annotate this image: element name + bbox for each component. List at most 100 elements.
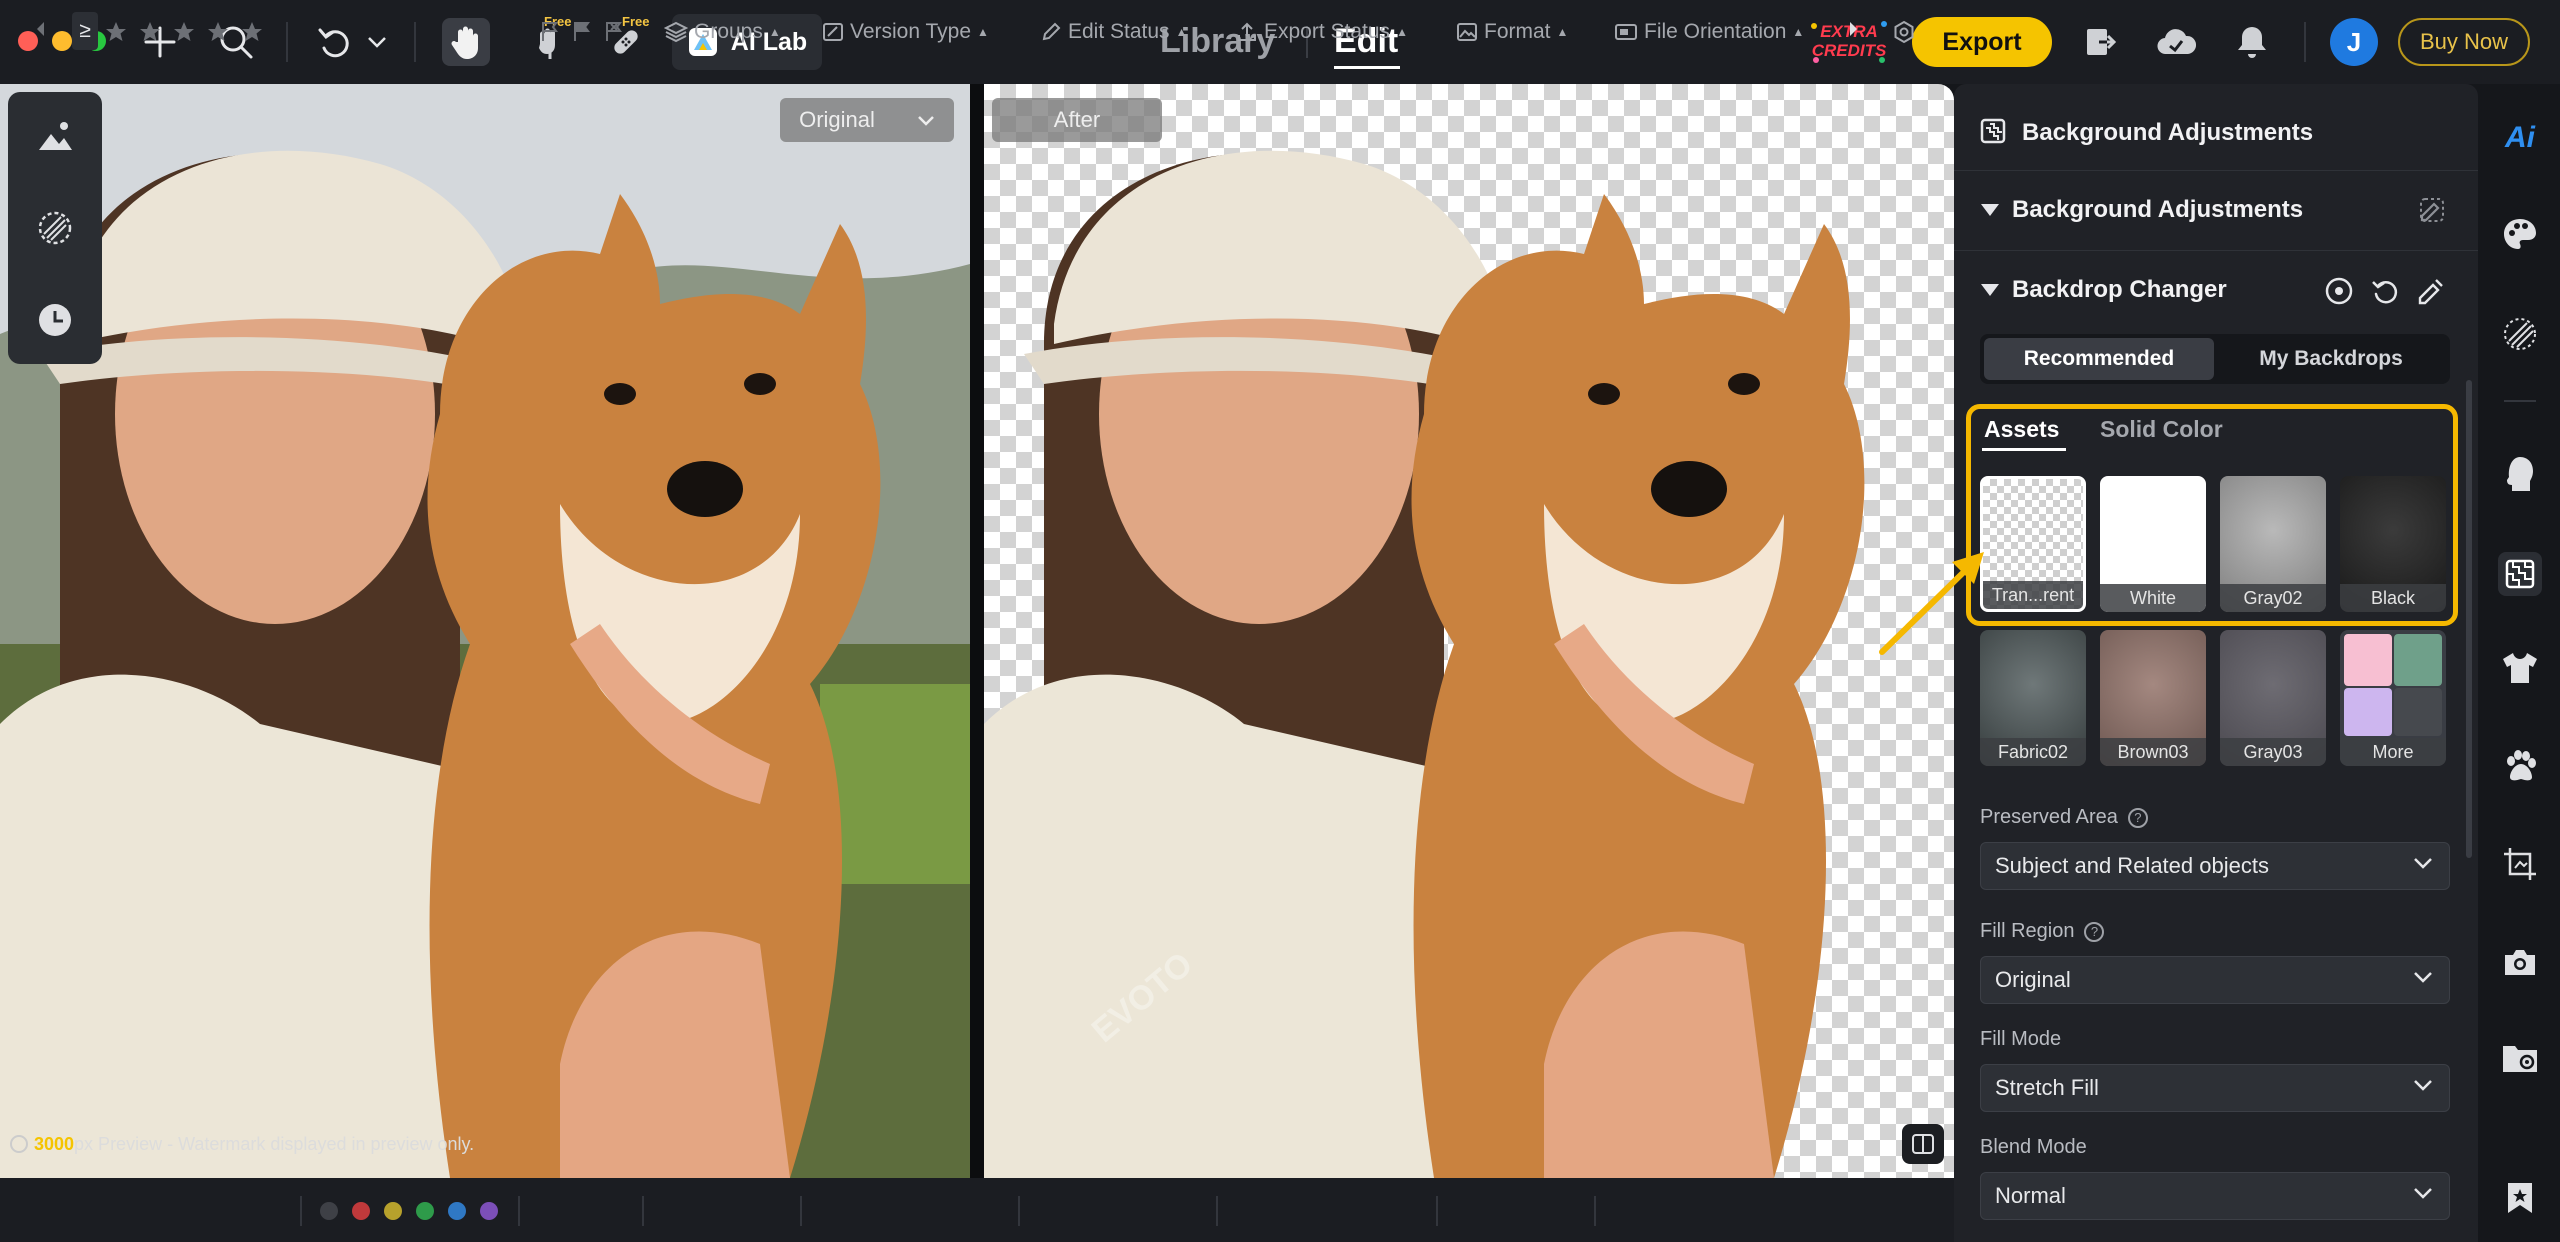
face-portrait-icon[interactable] [2498,452,2542,496]
help-icon[interactable]: ? [2084,921,2105,942]
collapse-arrow-icon[interactable] [1981,204,1999,216]
chevron-down-icon [2413,1079,2433,1091]
compare-split-icon[interactable] [1902,1124,1944,1164]
camera-icon[interactable] [2498,940,2542,984]
color-label-yellow[interactable] [384,1202,402,1220]
star-icon [106,22,126,41]
backdrop-label: Gray02 [2220,584,2326,612]
groups-filter[interactable]: Groups ▲ [664,20,781,44]
flag-filter[interactable] [540,20,624,42]
fill-mode-select[interactable]: Stretch Fill [1980,1064,2450,1112]
flag-rejected-icon [606,22,622,41]
format-filter[interactable]: Format ▲ [1456,20,1568,44]
backdrop-white[interactable]: White [2100,476,2206,612]
backdrop-more[interactable]: More [2340,630,2446,766]
collapse-arrow-icon[interactable] [1981,284,1999,296]
chevron-right-icon[interactable] [1848,20,1860,38]
crop-frame-icon[interactable] [2498,842,2542,886]
help-icon[interactable]: ? [2127,807,2148,828]
original-image-view[interactable]: Original [0,84,970,1178]
export-button[interactable]: Export [1912,17,2052,67]
notification-bell-icon[interactable] [2228,18,2276,66]
preview-note-text: px Preview - Watermark displayed in prev… [74,1134,475,1154]
share-out-icon[interactable] [2076,18,2124,66]
visibility-eye-icon[interactable] [2324,276,2354,306]
palette-icon[interactable] [2498,212,2542,256]
eraser-icon[interactable] [2416,276,2446,306]
color-label-red[interactable] [352,1202,370,1220]
fill-region-select[interactable]: Original [1980,956,2450,1004]
version-type-label: Version Type [850,20,972,43]
star-icon [242,22,262,41]
annotation-arrow-icon [1879,552,1984,655]
split-divider[interactable] [970,84,984,1178]
version-type-filter[interactable]: Version Type ▲ [822,20,989,44]
mask-icon[interactable] [31,204,79,252]
backdrop-label: White [2100,584,2206,612]
pet-paw-icon[interactable] [2498,744,2542,788]
export-status-filter[interactable]: Export Status ▲ [1236,20,1408,44]
color-label-purple[interactable] [480,1202,498,1220]
fill-region-label: Fill Region ? [1980,920,2105,943]
original-photo [0,84,970,1178]
user-avatar[interactable]: J [2330,18,2378,66]
preserved-area-select[interactable]: Subject and Related objects [1980,842,2450,890]
blend-mode-select[interactable]: Normal [1980,1172,2450,1220]
bar-divider [1018,1196,1020,1226]
blend-mode-value: Normal [1995,1183,2066,1208]
backdrop-brown03[interactable]: Brown03 [2100,630,2206,766]
more-swatch-green [2394,634,2442,686]
backdrop-label: Brown03 [2100,738,2206,766]
section-background-adjustments-title[interactable]: Background Adjustments [2012,196,2303,224]
bar-divider [642,1196,644,1226]
star-icon [208,22,228,41]
tab-solid-color[interactable]: Solid Color [2100,416,2223,443]
chevron-down-icon[interactable] [362,18,392,66]
file-orientation-filter[interactable]: File Orientation ▲ [1614,20,1804,44]
color-label-green[interactable] [416,1202,434,1220]
clothing-icon[interactable] [2498,646,2542,690]
ai-tools-icon[interactable]: Ai [2498,116,2542,160]
after-image-view[interactable]: EVOTO After [984,84,1954,1178]
star-icon [174,22,194,41]
bar-divider [800,1196,802,1226]
reset-eraser-icon[interactable] [2418,196,2446,224]
seg-my-backdrops[interactable]: My Backdrops [2216,338,2446,380]
backdrop-gray03[interactable]: Gray03 [2220,630,2326,766]
texture-icon[interactable] [2498,312,2542,356]
filter-settings-icon[interactable] [1892,20,1916,44]
star-rating-filter[interactable] [104,20,264,44]
window-minimize-button[interactable] [52,31,72,51]
extra-credits-line2: CREDITS [1811,41,1887,60]
background-tool-icon[interactable] [2498,552,2542,596]
buy-now-button[interactable]: Buy Now [2398,18,2530,66]
edit-status-filter[interactable]: Edit Status ▲ [1040,20,1187,44]
reset-icon[interactable] [2370,276,2400,306]
tab-edit-underline [1334,66,1400,69]
star-icon [140,22,160,41]
hand-tool-icon[interactable] [442,18,490,66]
color-label-none[interactable] [320,1202,338,1220]
view-mode-dropdown[interactable]: Original [780,98,954,142]
panel-divider [1954,170,2478,171]
flag-outline-icon [542,22,558,41]
chevron-left-icon[interactable] [34,20,46,38]
panel-divider [1954,250,2478,251]
bookmark-star-icon[interactable] [2498,1176,2542,1220]
backdrop-black[interactable]: Black [2340,476,2446,612]
cloud-sync-icon[interactable] [2152,18,2200,66]
panel-scrollbar[interactable] [2466,380,2472,858]
seg-recommended[interactable]: Recommended [1984,338,2214,380]
filter-bar [0,1178,1954,1242]
preview-note: 3000px Preview - Watermark displayed in … [10,1134,474,1155]
image-adjust-icon[interactable] [31,112,79,160]
folder-view-icon[interactable] [2498,1036,2542,1080]
section-backdrop-changer-title[interactable]: Backdrop Changer [2012,276,2227,304]
tab-assets[interactable]: Assets [1984,416,2059,443]
backdrop-gray02[interactable]: Gray02 [2220,476,2326,612]
history-clock-icon[interactable] [31,296,79,344]
undo-icon[interactable] [312,18,360,66]
rating-filter-operator[interactable]: ≥ [72,12,98,50]
orientation-icon [1615,24,1637,40]
color-label-blue[interactable] [448,1202,466,1220]
